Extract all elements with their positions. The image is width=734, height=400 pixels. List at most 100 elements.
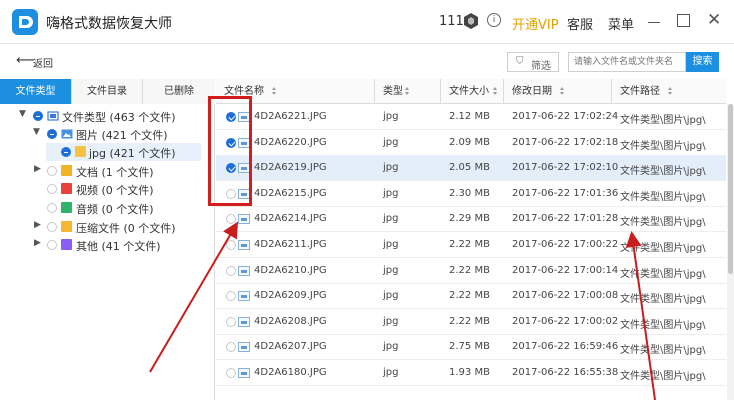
tree-label: 图片 (421 个文件) bbox=[76, 129, 168, 142]
cell-file-path: 文件类型\图片\jpg\ bbox=[620, 140, 706, 152]
table-row[interactable]: 4D2A6207.JPG jpg 2.75 MB 2017-06-22 16:59:4… bbox=[216, 334, 726, 361]
row-checkbox[interactable] bbox=[226, 368, 236, 378]
tree-checkbox[interactable] bbox=[47, 129, 57, 139]
cell-file-name: 4D2A6219.JPG bbox=[254, 162, 327, 174]
hexagon-coin-icon[interactable] bbox=[463, 12, 479, 30]
cell-file-name: 4D2A6214.JPG bbox=[254, 213, 327, 225]
cell-file-name: 4D2A6180.JPG bbox=[254, 367, 327, 378]
image-file-icon bbox=[238, 291, 250, 302]
table-row[interactable]: 4D2A6220.JPG jpg 2.09 MB 2017-06-22 17:02:1… bbox=[216, 130, 726, 156]
expand-arrow-icon[interactable]: ▶ bbox=[34, 164, 41, 174]
cell-file-name: 4D2A6211.JPG bbox=[254, 239, 327, 250]
table-row[interactable]: 4D2A6211.JPG jpg 2.22 MB 2017-06-22 17:00:2… bbox=[216, 232, 726, 258]
table-row[interactable]: 4D2A6180.JPG jpg 1.93 MB 2017-06-22 16:55:3… bbox=[216, 360, 726, 386]
cell-file-type: jpg bbox=[383, 162, 399, 174]
cell-file-type: jpg bbox=[383, 290, 399, 302]
collapse-arrow-icon[interactable]: ▼ bbox=[33, 127, 40, 137]
app-logo-icon bbox=[12, 9, 38, 35]
scrollbar-thumb[interactable] bbox=[728, 104, 733, 274]
menu-link[interactable]: 菜单 bbox=[608, 14, 634, 33]
vip-link[interactable]: 开通VIP bbox=[512, 14, 559, 33]
cell-file-name: 4D2A6209.JPG bbox=[254, 290, 327, 302]
cell-modified-date: 2017-06-22 16:55:38 bbox=[512, 367, 619, 378]
cell-modified-date: 2017-06-22 16:59:46 bbox=[512, 341, 619, 353]
tree-checkbox[interactable] bbox=[47, 203, 57, 213]
table-row[interactable]: 4D2A6208.JPG jpg 2.22 MB 2017-06-22 17:00:0… bbox=[216, 309, 726, 335]
expand-arrow-icon[interactable]: ▶ bbox=[34, 220, 41, 230]
other-files-icon bbox=[61, 239, 72, 250]
cell-file-type: jpg bbox=[383, 187, 399, 199]
tree-checkbox[interactable] bbox=[61, 147, 71, 157]
column-header-type[interactable]: 类型 bbox=[375, 79, 441, 104]
tree-label: 文件类型 (463 个文件) bbox=[62, 111, 176, 124]
title-bar: 嗨格式数据恢复大师 111 i 开通VIP 客服 菜单 ✕ bbox=[0, 0, 734, 44]
row-checkbox[interactable] bbox=[226, 214, 236, 225]
table-row[interactable]: 4D2A6209.JPG jpg 2.22 MB 2017-06-22 17:00:0… bbox=[216, 283, 726, 310]
archive-icon bbox=[61, 221, 72, 232]
service-link[interactable]: 客服 bbox=[567, 14, 593, 33]
image-file-icon bbox=[238, 240, 250, 250]
audio-icon bbox=[61, 202, 72, 213]
table-row[interactable]: 4D2A6215.JPG jpg 2.30 MB 2017-06-22 17:01:3… bbox=[216, 181, 726, 207]
tree-item-videos[interactable]: 视频 (0 个文件) bbox=[0, 180, 214, 198]
toolbar: ⟵ 返回 ⛉ 筛选 搜索 bbox=[0, 44, 734, 79]
tab-deleted[interactable]: 已删除 bbox=[143, 79, 215, 104]
tree-item-documents[interactable]: ▶ 文档 (1 个文件) bbox=[0, 162, 214, 180]
tree-checkbox[interactable] bbox=[33, 111, 43, 121]
column-label: 修改日期 bbox=[512, 86, 552, 97]
tree-checkbox[interactable] bbox=[47, 222, 57, 232]
tree-item-archives[interactable]: ▶ 压缩文件 (0 个文件) bbox=[0, 218, 214, 236]
cell-file-name: 4D2A6220.JPG bbox=[254, 136, 327, 148]
column-label: 文件路径 bbox=[620, 86, 660, 97]
tab-file-type[interactable]: 文件类型 bbox=[0, 79, 72, 104]
close-button[interactable]: ✕ bbox=[707, 12, 721, 29]
tree-item-images[interactable]: ▼ 图片 (421 个文件) bbox=[0, 125, 214, 143]
cell-file-size: 2.22 MB bbox=[449, 264, 490, 276]
app-title: 嗨格式数据恢复大师 bbox=[46, 16, 172, 32]
cell-file-size: 2.22 MB bbox=[449, 315, 490, 327]
column-header-date[interactable]: 修改日期 bbox=[504, 79, 612, 104]
cell-file-name: 4D2A6207.JPG bbox=[254, 341, 327, 353]
image-folder-icon bbox=[61, 129, 73, 139]
image-file-icon bbox=[238, 316, 250, 327]
tab-file-directory[interactable]: 文件目录 bbox=[72, 79, 143, 104]
tree-checkbox[interactable] bbox=[47, 166, 57, 176]
cell-file-type: jpg bbox=[383, 264, 399, 276]
image-file-icon bbox=[238, 368, 250, 378]
expand-arrow-icon[interactable]: ▶ bbox=[34, 238, 41, 248]
row-checkbox[interactable] bbox=[226, 342, 236, 353]
search-input[interactable] bbox=[568, 52, 686, 72]
table-row[interactable]: 4D2A6221.JPG jpg 2.12 MB 2017-06-22 17:02:2… bbox=[216, 104, 726, 130]
tree-label: 文档 (1 个文件) bbox=[76, 166, 154, 179]
cell-file-path: 文件类型\图片\jpg\ bbox=[620, 319, 706, 331]
maximize-button[interactable] bbox=[677, 14, 690, 27]
tree-item-audio[interactable]: 音频 (0 个文件) bbox=[0, 199, 214, 217]
collapse-arrow-icon[interactable]: ▼ bbox=[19, 109, 26, 119]
filter-icon: ⛉ bbox=[516, 56, 524, 67]
cell-file-size: 2.22 MB bbox=[449, 239, 490, 250]
tree-checkbox[interactable] bbox=[47, 184, 57, 194]
folder-icon bbox=[47, 111, 59, 121]
row-checkbox[interactable] bbox=[226, 265, 236, 276]
tree-item-others[interactable]: ▶ 其他 (41 个文件) bbox=[0, 236, 214, 254]
tree-checkbox[interactable] bbox=[47, 240, 57, 250]
tree-item-all-types[interactable]: ▼ 文件类型 (463 个文件) bbox=[0, 107, 214, 125]
column-header-path[interactable]: 文件路径 bbox=[612, 79, 726, 104]
tree-label: 压缩文件 (0 个文件) bbox=[76, 222, 176, 235]
table-row[interactable]: 4D2A6214.JPG jpg 2.29 MB 2017-06-22 17:01:2… bbox=[216, 206, 726, 233]
minimize-button[interactable] bbox=[648, 22, 660, 23]
image-file-icon bbox=[238, 265, 250, 276]
cell-file-size: 2.12 MB bbox=[449, 111, 490, 122]
filter-button[interactable]: ⛉ 筛选 bbox=[507, 52, 559, 72]
tree-label: 音频 (0 个文件) bbox=[76, 203, 154, 216]
row-checkbox[interactable] bbox=[226, 291, 236, 302]
info-icon[interactable]: i bbox=[487, 13, 501, 27]
table-row[interactable]: 4D2A6219.JPG jpg 2.05 MB 2017-06-22 17:02:1… bbox=[216, 155, 726, 182]
row-checkbox[interactable] bbox=[226, 316, 236, 327]
table-header: 文件名称 类型 文件大小 修改日期 文件路径 bbox=[216, 79, 726, 104]
tree-item-jpg[interactable]: jpg (421 个文件) bbox=[46, 143, 201, 161]
row-checkbox[interactable] bbox=[226, 240, 236, 250]
search-button[interactable]: 搜索 bbox=[686, 52, 719, 72]
column-header-size[interactable]: 文件大小 bbox=[441, 79, 504, 104]
table-row[interactable]: 4D2A6210.JPG jpg 2.22 MB 2017-06-22 17:00:1… bbox=[216, 258, 726, 284]
